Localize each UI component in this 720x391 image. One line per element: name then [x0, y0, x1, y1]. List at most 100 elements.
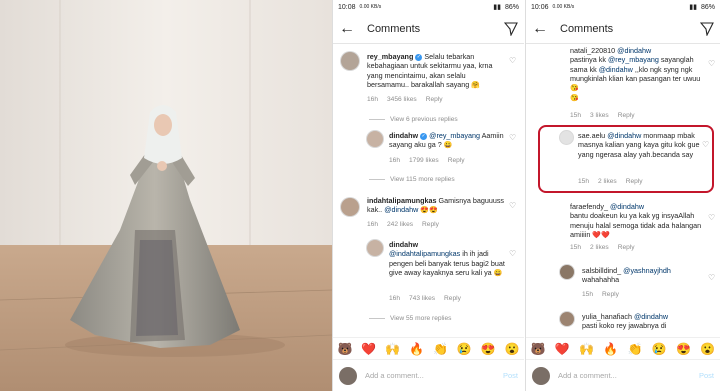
- comment-mention[interactable]: @dindahw: [384, 205, 418, 214]
- fire-emoji-icon[interactable]: 🔥: [409, 342, 424, 356]
- back-arrow-icon[interactable]: ←: [339, 20, 361, 37]
- comment-username[interactable]: sae.aelu: [578, 131, 605, 140]
- add-comment-bar: Add a comment... Post: [526, 359, 720, 391]
- reply-button[interactable]: Reply: [444, 295, 461, 302]
- comment-meta: 16h 3456 likes Reply: [367, 96, 443, 103]
- comments-panel-left: 10:08 0.00 KB/s ▮▮ 86% ← Comments rey_mba…: [332, 0, 524, 391]
- like-heart-icon[interactable]: ♡: [509, 56, 516, 65]
- comments-header: ← Comments: [526, 14, 720, 44]
- comment-likes[interactable]: 743 likes: [409, 295, 435, 302]
- view-replies[interactable]: View 55 more replies: [369, 315, 451, 322]
- verified-icon: ✓: [415, 53, 423, 61]
- comment-likes[interactable]: 1799 likes: [409, 157, 439, 164]
- surprised-emoji-icon[interactable]: 😮: [505, 342, 520, 356]
- raised-hands-emoji-icon[interactable]: 🙌: [385, 342, 400, 356]
- post-button[interactable]: Post: [699, 371, 714, 380]
- add-comment-input[interactable]: Add a comment...: [558, 371, 691, 380]
- crying-emoji-icon[interactable]: 😢: [457, 342, 472, 356]
- heart-eyes-emoji-icon[interactable]: 😍: [676, 342, 691, 356]
- comment-likes[interactable]: 3456 likes: [387, 96, 417, 103]
- send-icon[interactable]: [504, 21, 518, 36]
- avatar[interactable]: [560, 131, 573, 144]
- heart-emoji-icon[interactable]: ❤️: [361, 342, 376, 356]
- comment-text: sae.aelu @dindahw monmaap mbak masnya ka…: [578, 131, 702, 159]
- bear-emoji-icon[interactable]: 🐻: [531, 342, 546, 356]
- raised-hands-emoji-icon[interactable]: 🙌: [579, 342, 594, 356]
- comment-mention[interactable]: @dindahw: [634, 312, 668, 321]
- comment-time: 16h: [389, 157, 401, 164]
- status-battery: 86%: [504, 3, 519, 11]
- avatar[interactable]: [560, 312, 574, 326]
- reply-button[interactable]: Reply: [602, 291, 619, 298]
- comment-username[interactable]: yulia_hanafiach: [582, 312, 632, 321]
- like-heart-icon[interactable]: ♡: [708, 59, 715, 68]
- comment-mention[interactable]: @indahtalipamungkas: [389, 249, 460, 258]
- comment-username[interactable]: salsbilldind_: [582, 266, 621, 275]
- comment-text: natali_220810 @dindahw pastinya kk @rey_…: [570, 46, 702, 104]
- crying-emoji-icon[interactable]: 😢: [652, 342, 667, 356]
- avatar[interactable]: [367, 131, 383, 147]
- comment-mention[interactable]: @dindahw: [617, 46, 651, 55]
- avatar[interactable]: [341, 198, 359, 216]
- comment-mention[interactable]: @rey_mbayang: [429, 131, 480, 140]
- view-replies-label[interactable]: View 6 previous replies: [390, 116, 458, 123]
- like-heart-icon[interactable]: ♡: [708, 213, 715, 222]
- reply-button[interactable]: Reply: [426, 96, 443, 103]
- comment-time: 16h: [389, 295, 401, 302]
- avatar[interactable]: [560, 265, 574, 279]
- like-heart-icon[interactable]: ♡: [702, 140, 709, 149]
- comment-mention[interactable]: @dindahw: [610, 202, 644, 211]
- comment-meta: 16h 242 likes Reply: [367, 221, 439, 228]
- reply-button[interactable]: Reply: [626, 178, 643, 185]
- view-replies-label[interactable]: View 115 more replies: [390, 176, 455, 183]
- add-comment-input[interactable]: Add a comment...: [365, 371, 495, 380]
- send-icon[interactable]: [700, 21, 714, 36]
- view-replies[interactable]: View 6 previous replies: [369, 116, 458, 123]
- status-time: 10:08: [338, 3, 356, 11]
- fire-emoji-icon[interactable]: 🔥: [603, 342, 618, 356]
- surprised-emoji-icon[interactable]: 😮: [700, 342, 715, 356]
- reply-button[interactable]: Reply: [448, 157, 465, 164]
- comment-meta: 15h 2 likes Reply: [578, 178, 643, 185]
- comment-username[interactable]: indahtalipamungkas: [367, 196, 437, 205]
- back-arrow-icon[interactable]: ←: [532, 20, 554, 37]
- view-replies-label[interactable]: View 55 more replies: [390, 315, 451, 322]
- avatar[interactable]: [341, 52, 359, 70]
- heart-emoji-icon[interactable]: ❤️: [555, 342, 570, 356]
- comment-mention[interactable]: @yashnayjhdh: [623, 266, 671, 275]
- clap-emoji-icon[interactable]: 👏: [433, 342, 448, 356]
- comment-likes[interactable]: 242 likes: [387, 221, 413, 228]
- comment-likes[interactable]: 2 likes: [590, 244, 609, 251]
- my-avatar: [339, 366, 357, 385]
- page-title: Comments: [367, 22, 421, 35]
- comment-username[interactable]: faraefendy_: [570, 202, 608, 211]
- comment-meta: 16h 743 likes Reply: [389, 295, 461, 302]
- comment-username[interactable]: dindahw: [389, 240, 418, 249]
- comment-username[interactable]: natali_220810: [570, 46, 615, 55]
- bear-emoji-icon[interactable]: 🐻: [337, 342, 352, 356]
- comment-meta: 15h 2 likes Reply: [570, 244, 635, 251]
- signal-icon: ▮▮: [689, 4, 697, 11]
- verified-icon: ✓: [420, 132, 428, 140]
- comment-mention[interactable]: @dindahw: [599, 65, 633, 74]
- comment-mention[interactable]: @dindahw: [607, 131, 641, 140]
- heart-eyes-emoji-icon[interactable]: 😍: [481, 342, 496, 356]
- like-heart-icon[interactable]: ♡: [708, 273, 715, 282]
- post-button[interactable]: Post: [503, 371, 518, 380]
- like-heart-icon[interactable]: ♡: [509, 249, 516, 258]
- clap-emoji-icon[interactable]: 👏: [628, 342, 643, 356]
- like-heart-icon[interactable]: ♡: [509, 201, 516, 210]
- comment-text: dindahw ✓ @rey_mbayang Aamiin sayang aku…: [389, 131, 507, 151]
- avatar[interactable]: [367, 240, 383, 256]
- reply-button[interactable]: Reply: [422, 221, 439, 228]
- view-replies[interactable]: View 115 more replies: [369, 176, 455, 183]
- comment-likes[interactable]: 2 likes: [598, 178, 617, 185]
- comment-username[interactable]: rey_mbayang: [367, 52, 413, 61]
- comment-username[interactable]: dindahw: [389, 131, 418, 140]
- comment-mention[interactable]: @rey_mbayang: [608, 55, 659, 64]
- reply-button[interactable]: Reply: [618, 244, 635, 251]
- comment-likes[interactable]: 3 likes: [590, 112, 609, 119]
- like-heart-icon[interactable]: ♡: [509, 133, 516, 142]
- reply-button[interactable]: Reply: [618, 112, 635, 119]
- comment-body: wahahahha: [582, 275, 620, 285]
